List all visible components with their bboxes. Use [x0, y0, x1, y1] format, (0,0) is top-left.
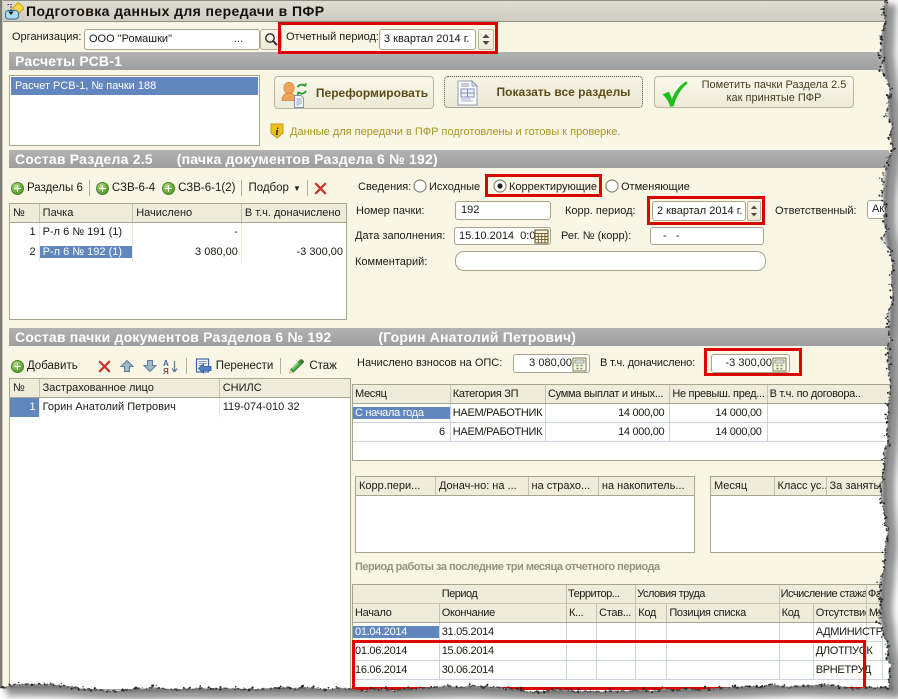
- svg-text:Я: Я: [163, 367, 169, 374]
